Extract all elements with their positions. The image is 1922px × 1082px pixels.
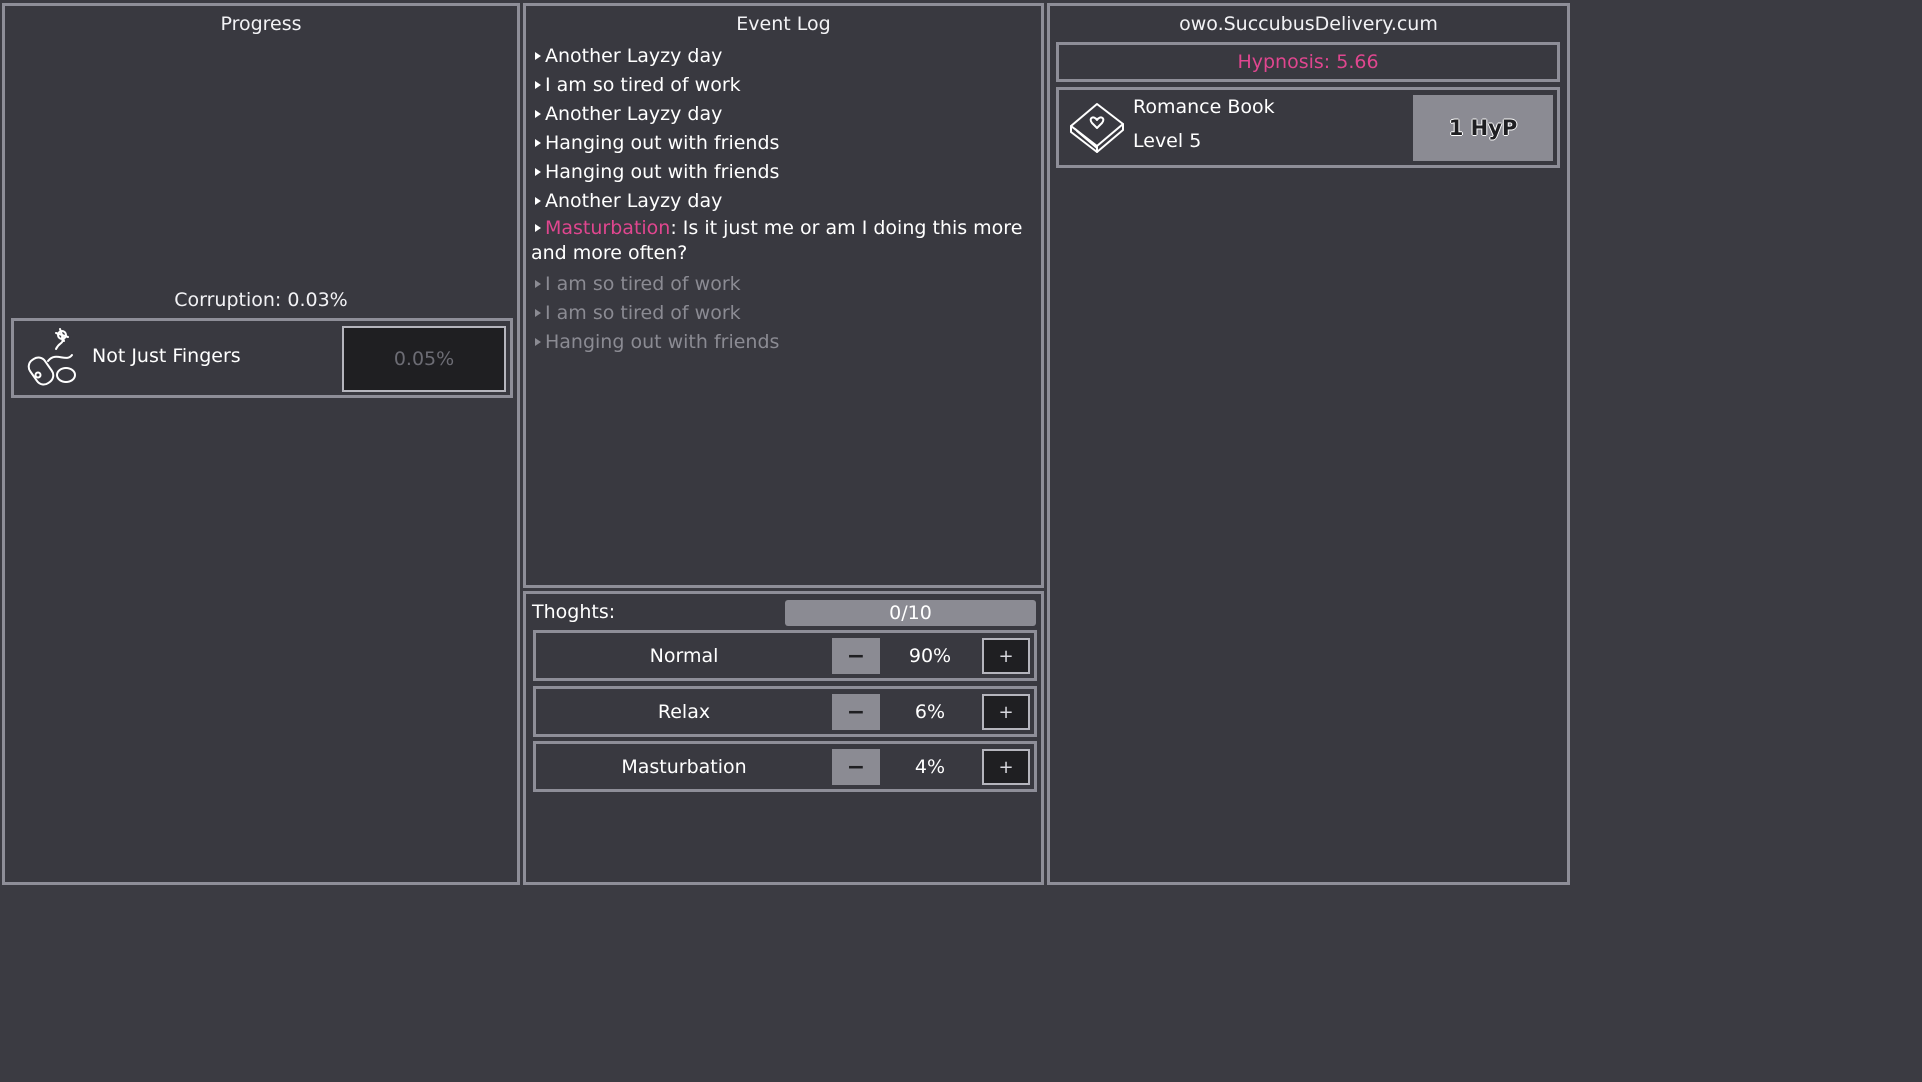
progress-title: Progress [220,13,302,35]
hypnosis-value: Hypnosis: 5.66 [1056,42,1560,82]
event-log-panel: Event Log Another Layzy day I am so tire… [523,3,1044,588]
thought-row-normal: Normal − 90% + [533,630,1037,681]
log-entry: Another Layzy day [531,42,1031,70]
decrease-button[interactable]: − [832,694,880,730]
thought-row-masturbation: Masturbation − 4% + [533,741,1037,792]
log-entry: Hanging out with friends [531,129,1031,157]
triangle-icon [535,280,541,288]
log-entry: I am so tired of work [531,270,1031,298]
shop-buy-button[interactable]: 1 HyP [1413,95,1553,161]
shop-title: owo.SuccubusDelivery.cum [1179,13,1438,35]
triangle-icon [535,81,541,89]
triangle-icon [535,110,541,118]
event-log-title: Event Log [736,13,831,35]
upgrade-buy-button[interactable]: 0.05% [342,326,506,392]
event-log-list: Another Layzy day I am so tired of work … [531,42,1031,357]
triangle-icon [535,52,541,60]
thought-percent: 4% [914,756,946,778]
log-entry: Hanging out with friends [531,158,1031,186]
thought-percent: 90% [908,645,952,667]
decrease-button[interactable]: − [832,749,880,785]
thought-row-relax: Relax − 6% + [533,686,1037,737]
thought-name: Normal [649,645,719,667]
shop-item-name: Romance Book [1133,96,1275,118]
log-entry: Another Layzy day [531,187,1031,215]
log-entry: I am so tired of work [531,71,1031,99]
increase-button[interactable]: + [982,694,1030,730]
upgrade-not-just-fingers: Not Just Fingers 0.05% [11,318,513,398]
progress-panel: Progress Corruption: 0.03% Not Just Fing… [2,3,520,885]
thought-name: Masturbation [621,756,747,778]
shop-item-romance-book: Romance Book Level 5 1 HyP [1056,87,1560,168]
increase-button[interactable]: + [982,638,1030,674]
thoughts-label: Thoghts: [532,601,616,623]
triangle-icon [535,224,541,232]
decrease-button[interactable]: − [832,638,880,674]
log-entry-highlight: Masturbation: Is it just me or am I doin… [531,216,1031,266]
corruption-value: Corruption: 0.03% [174,289,348,311]
thoughts-panel: Thoghts: 0/10 Normal − 90% + Relax − 6% … [523,591,1044,885]
thought-name: Relax [657,701,711,723]
triangle-icon [535,139,541,147]
thought-percent: 6% [914,701,946,723]
vibrator-icon [27,328,76,386]
book-icon [1070,103,1124,153]
triangle-icon [535,168,541,176]
thoughts-count-bar: 0/10 [785,600,1036,626]
log-entry: I am so tired of work [531,299,1031,327]
upgrade-name: Not Just Fingers [92,345,241,367]
shop-panel: owo.SuccubusDelivery.cum Hypnosis: 5.66 … [1047,3,1570,885]
triangle-icon [535,197,541,205]
shop-item-level: Level 5 [1133,130,1202,152]
triangle-icon [535,338,541,346]
log-entry: Another Layzy day [531,100,1031,128]
triangle-icon [535,309,541,317]
increase-button[interactable]: + [982,749,1030,785]
log-entry: Hanging out with friends [531,328,1031,356]
log-entry-tag: Masturbation [545,217,671,239]
